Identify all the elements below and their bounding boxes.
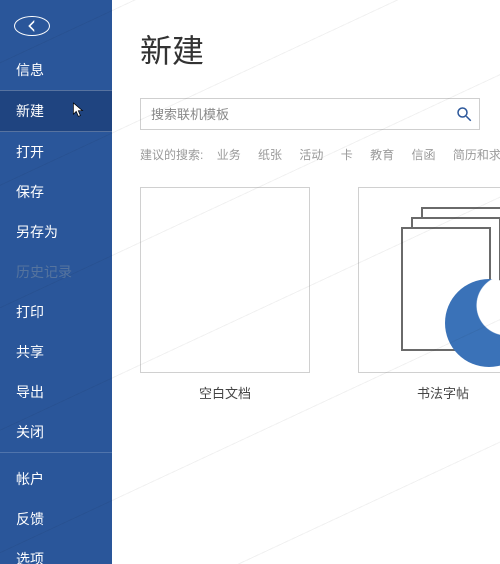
calligraphy-art [359,187,500,373]
template-item-calligraphy: 书法字帖 [358,187,500,402]
back-button[interactable] [14,16,50,36]
sidebar-item-label: 另存为 [16,224,58,240]
sidebar-item-feedback[interactable]: 反馈 [0,499,112,539]
template-label: 书法字帖 [358,383,500,402]
suggest-link[interactable]: 纸张 [258,148,282,162]
sidebar-item-save[interactable]: 保存 [0,172,112,212]
sidebar-item-options[interactable]: 选项 [0,539,112,564]
template-label: 空白文档 [140,383,310,402]
sidebar-item-label: 反馈 [16,511,44,527]
template-item-blank: 空白文档 [140,187,310,402]
suggested-searches: 建议的搜索: 业务 纸张 活动 卡 教育 信函 简历和求职信 [140,146,500,163]
suggest-link[interactable]: 教育 [370,148,394,162]
sidebar-item-label: 选项 [16,551,44,564]
sidebar-item-label: 历史记录 [16,264,72,280]
sidebar-item-label: 共享 [16,344,44,360]
search-icon[interactable] [455,105,473,123]
sidebar-item-saveas[interactable]: 另存为 [0,212,112,252]
sidebar-item-label: 帐户 [16,471,44,487]
template-search[interactable] [140,98,480,130]
sidebar-item-share[interactable]: 共享 [0,332,112,372]
template-thumb-calligraphy[interactable] [358,187,500,373]
main-panel: 新建 建议的搜索: 业务 纸张 活动 卡 教育 信函 简历和求职信 空白文档 [112,0,500,564]
cursor-icon [72,101,86,119]
sidebar: 信息 新建 打开 保存 另存为 历史记录 打印 共享 导出 关闭 帐户 反馈 选… [0,0,112,564]
sidebar-item-close[interactable]: 关闭 [0,412,112,452]
template-thumb-blank[interactable] [140,187,310,373]
sidebar-item-label: 关闭 [16,424,44,440]
sidebar-item-label: 打开 [16,144,44,160]
suggest-link[interactable]: 信函 [411,148,435,162]
sidebar-item-label: 打印 [16,304,44,320]
sidebar-item-label: 新建 [16,103,44,119]
sidebar-item-export[interactable]: 导出 [0,372,112,412]
sidebar-item-open[interactable]: 打开 [0,132,112,172]
sidebar-item-label: 信息 [16,62,44,78]
sidebar-item-label: 保存 [16,184,44,200]
suggest-link[interactable]: 简历和求职信 [453,148,500,162]
sidebar-item-info[interactable]: 信息 [0,50,112,90]
suggest-link[interactable]: 业务 [217,148,241,162]
sidebar-item-new[interactable]: 新建 [0,90,112,132]
suggest-label: 建议的搜索: [140,148,203,162]
sidebar-item-history: 历史记录 [0,252,112,292]
suggest-link[interactable]: 活动 [299,148,323,162]
sidebar-item-account[interactable]: 帐户 [0,459,112,499]
sidebar-item-print[interactable]: 打印 [0,292,112,332]
sidebar-bottom-group: 帐户 反馈 选项 [0,452,112,564]
page-title: 新建 [140,26,500,72]
arrow-left-icon [23,17,41,35]
suggest-link[interactable]: 卡 [341,148,353,162]
sidebar-item-label: 导出 [16,384,44,400]
template-gallery: 空白文档 书法字帖 [140,187,500,402]
search-input[interactable] [151,107,455,122]
